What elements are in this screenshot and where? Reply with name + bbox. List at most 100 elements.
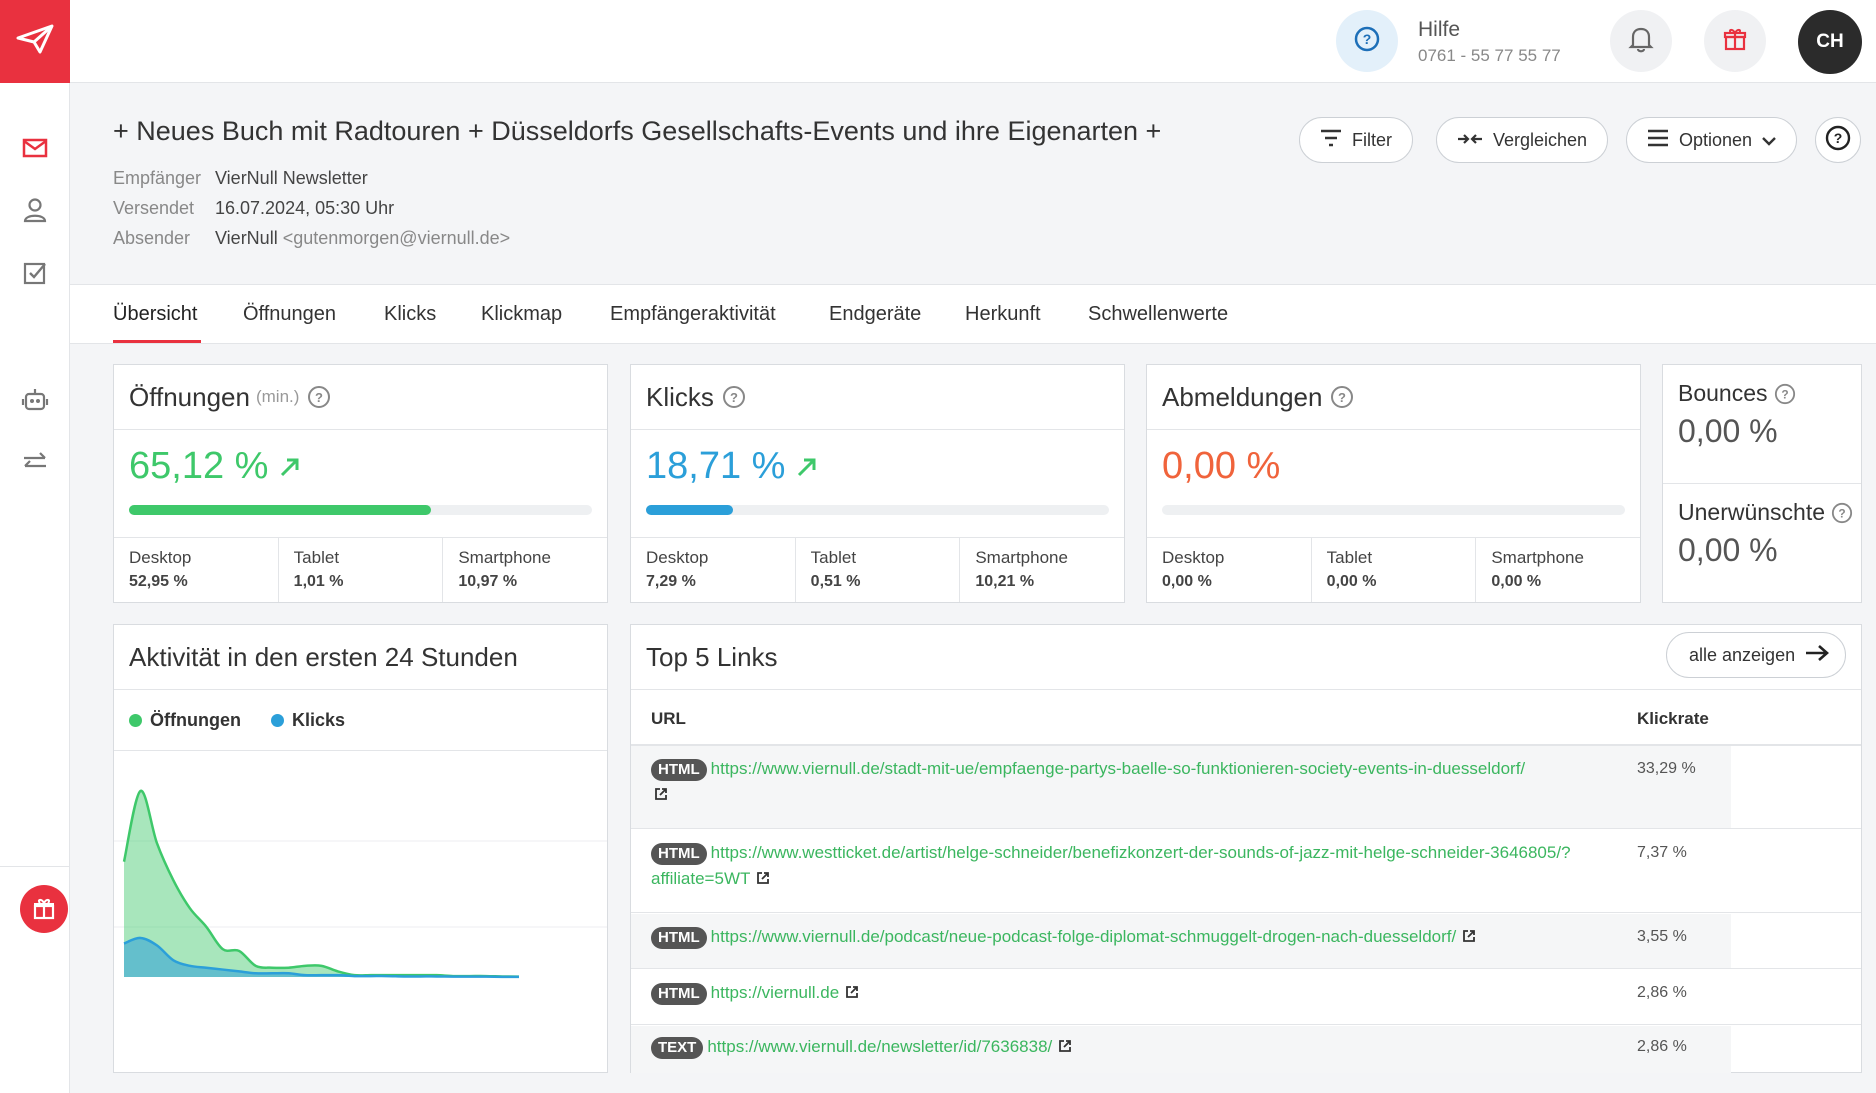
bounces-title: Bounces ? bbox=[1678, 380, 1861, 407]
bell-icon bbox=[1628, 25, 1654, 58]
tab-empfaengeraktivitaet[interactable]: Empfängeraktivität bbox=[610, 303, 776, 326]
top-links-card: Top 5 Links alle anzeigen URL Klickrate … bbox=[630, 624, 1862, 1073]
url-cell: TEXT https://www.viernull.de/newsletter/i… bbox=[631, 1026, 1621, 1073]
options-button[interactable]: Optionen bbox=[1626, 117, 1798, 163]
meta-recipient: Empfänger VierNull Newsletter bbox=[113, 168, 368, 189]
logo[interactable] bbox=[0, 0, 70, 83]
activity-card: Aktivität in den ersten 24 Stunden Öffnu… bbox=[113, 624, 608, 1073]
svg-text:?: ? bbox=[1834, 130, 1843, 146]
device-label: Desktop bbox=[1162, 548, 1225, 567]
device-value: 10,21 % bbox=[975, 573, 1035, 590]
card-title: Abmeldungen bbox=[1162, 381, 1323, 412]
checklist-icon[interactable] bbox=[19, 257, 51, 289]
menu-icon bbox=[1647, 129, 1669, 152]
link-url[interactable]: https://www.westticket.de/artist/helge-s… bbox=[651, 843, 1571, 888]
tab-oeffnungen[interactable]: Öffnungen bbox=[243, 303, 336, 326]
device-tablet: Tablet 0,00 % bbox=[1312, 538, 1477, 602]
external-link-icon[interactable] bbox=[1058, 1035, 1072, 1061]
opens-card: Öffnungen (min.) ? 65,12 % Desktop 52,95 … bbox=[113, 364, 608, 603]
unsubscribes-progress-bar bbox=[1162, 505, 1625, 515]
device-breakdown: Desktop 7,29 % Tablet 0,51 % Smartphone 10,… bbox=[631, 537, 1124, 602]
clicks-rate: 18,71 % bbox=[646, 445, 786, 487]
tab-endgeraete[interactable]: Endgeräte bbox=[829, 303, 921, 326]
link-url[interactable]: https://www.viernull.de/newsletter/id/76… bbox=[707, 1037, 1052, 1056]
tab-klickmap[interactable]: Klickmap bbox=[481, 303, 562, 326]
tab-uebersicht[interactable]: Übersicht bbox=[113, 303, 197, 326]
question-icon[interactable]: ? bbox=[1831, 502, 1853, 524]
transfer-icon[interactable] bbox=[19, 446, 51, 478]
col-rate[interactable]: Klickrate bbox=[1637, 709, 1709, 729]
help-phone: 0761 - 55 77 55 77 bbox=[1418, 46, 1561, 65]
unsubscribes-rate: 0,00 % bbox=[1162, 445, 1281, 487]
spam-section: Unerwünschte ? 0,00 % bbox=[1663, 484, 1861, 603]
opens-progress-bar bbox=[129, 505, 592, 515]
device-value: 7,29 % bbox=[646, 573, 696, 590]
sidebar bbox=[0, 0, 70, 1093]
spam-title: Unerwünschte ? bbox=[1678, 499, 1861, 526]
link-url[interactable]: https://www.viernull.de/stadt-mit-ue/emp… bbox=[711, 759, 1525, 778]
device-label: Smartphone bbox=[975, 548, 1068, 567]
tab-klicks[interactable]: Klicks bbox=[384, 303, 436, 326]
card-title: Öffnungen bbox=[129, 381, 250, 412]
device-value: 0,00 % bbox=[1326, 573, 1377, 590]
type-badge: HTML bbox=[651, 927, 707, 949]
sender-email: <gutenmorgen@viernull.de> bbox=[282, 228, 511, 248]
url-cell: HTML https://www.westticket.de/artist/hel… bbox=[631, 830, 1621, 912]
table-row: HTML https://www.viernull.de/podcast/neue… bbox=[631, 914, 1861, 969]
question-icon[interactable]: ? bbox=[307, 385, 331, 409]
link-url[interactable]: https://viernull.de bbox=[711, 983, 840, 1002]
page-help-button[interactable]: ? bbox=[1815, 117, 1861, 163]
robot-icon[interactable] bbox=[19, 384, 51, 416]
gift-button[interactable] bbox=[1704, 10, 1766, 72]
meta-label: Absender bbox=[113, 228, 191, 248]
filter-button[interactable]: Filter bbox=[1299, 117, 1413, 163]
url-cell: HTML https://viernull.de bbox=[631, 970, 1621, 1024]
click-rate: 33,29 % bbox=[1637, 760, 1696, 777]
card-title: Aktivität in den ersten 24 Stunden bbox=[129, 641, 518, 672]
device-tablet: Tablet 0,51 % bbox=[796, 538, 961, 602]
tab-schwellenwerte[interactable]: Schwellenwerte bbox=[1088, 303, 1228, 326]
question-icon[interactable]: ? bbox=[1774, 383, 1796, 405]
question-icon[interactable]: ? bbox=[722, 385, 746, 409]
legend-dot bbox=[270, 714, 284, 727]
device-smartphone: Smartphone 0,00 % bbox=[1476, 538, 1640, 602]
table-row: HTML https://www.westticket.de/artist/hel… bbox=[631, 830, 1861, 913]
legend-label: Klicks bbox=[291, 710, 346, 730]
meta-sent: Versendet 16.07.2024, 05:30 Uhr bbox=[113, 198, 394, 219]
tab-herkunft[interactable]: Herkunft bbox=[965, 303, 1041, 326]
gift-icon bbox=[1722, 26, 1748, 57]
link-url[interactable]: https://www.viernull.de/podcast/neue-pod… bbox=[711, 927, 1457, 946]
mail-icon[interactable] bbox=[19, 132, 51, 164]
legend-clicks[interactable]: Klicks bbox=[270, 710, 346, 731]
svg-text:?: ? bbox=[1838, 506, 1845, 520]
device-value: 0,51 % bbox=[810, 573, 861, 590]
chart-legend: Öffnungen Klicks bbox=[129, 710, 345, 731]
svg-text:?: ? bbox=[1363, 31, 1372, 47]
show-all-label: alle anzeigen bbox=[1689, 644, 1796, 665]
help-info: Hilfe 0761 - 55 77 55 77 bbox=[1418, 18, 1561, 66]
clicks-progress-fill bbox=[646, 505, 733, 515]
avatar[interactable]: CH bbox=[1798, 10, 1862, 74]
external-link-icon[interactable] bbox=[845, 981, 859, 1007]
click-rate: 2,86 % bbox=[1637, 984, 1687, 1001]
opens-rate: 65,12 % bbox=[129, 445, 269, 487]
gift-icon[interactable] bbox=[20, 885, 68, 933]
type-badge: HTML bbox=[651, 843, 707, 865]
external-link-icon[interactable] bbox=[654, 783, 668, 809]
external-link-icon[interactable] bbox=[756, 867, 770, 893]
show-all-button[interactable]: alle anzeigen bbox=[1666, 632, 1847, 678]
external-link-icon[interactable] bbox=[1462, 925, 1476, 951]
notifications-button[interactable] bbox=[1610, 10, 1672, 72]
question-icon[interactable]: ? bbox=[1330, 385, 1354, 409]
legend-opens[interactable]: Öffnungen bbox=[129, 710, 241, 731]
device-label: Tablet bbox=[293, 548, 340, 567]
arrow-right-icon bbox=[1805, 644, 1830, 667]
device-value: 0,00 % bbox=[1491, 573, 1542, 590]
compare-button[interactable]: Vergleichen bbox=[1436, 117, 1609, 163]
help-button[interactable]: ? bbox=[1336, 10, 1398, 72]
device-label: Desktop bbox=[646, 548, 709, 567]
user-icon[interactable] bbox=[19, 194, 51, 226]
meta-label: Versendet bbox=[113, 198, 195, 218]
device-value: 52,95 % bbox=[129, 573, 188, 590]
paper-plane-icon bbox=[16, 24, 54, 59]
